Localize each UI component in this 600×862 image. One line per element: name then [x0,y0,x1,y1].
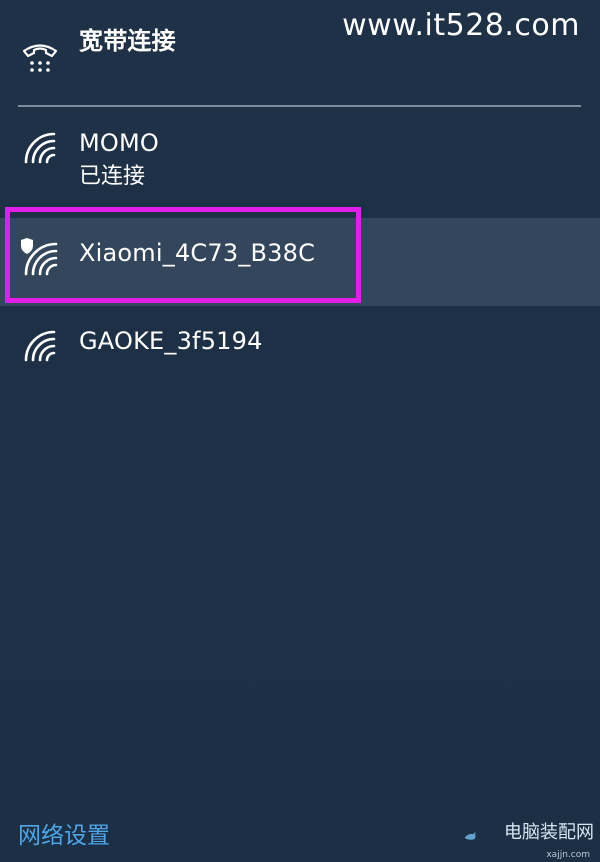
network-name: GAOKE_3f5194 [79,327,263,355]
broadband-label: 宽带连接 [79,27,176,55]
dialup-phone-icon [22,44,58,72]
broadband-connection-item[interactable]: 宽带连接 [0,20,600,90]
network-status: 已连接 [79,164,146,189]
network-name: MOMO [79,129,159,157]
wifi-network-item[interactable]: MOMO 已连接 [0,118,600,198]
network-settings-link[interactable]: 网络设置 [18,816,110,850]
wifi-icon [24,330,56,362]
corner-logo-subtext: xajjn.com [546,850,590,860]
wifi-network-item[interactable]: GAOKE_3f5194 [0,318,600,378]
wifi-icon [24,132,56,164]
corner-logo-text: 电脑装配网 [504,822,594,843]
section-divider [18,105,581,107]
highlight-annotation-box [5,207,361,303]
shark-logo-icon [464,831,476,840]
